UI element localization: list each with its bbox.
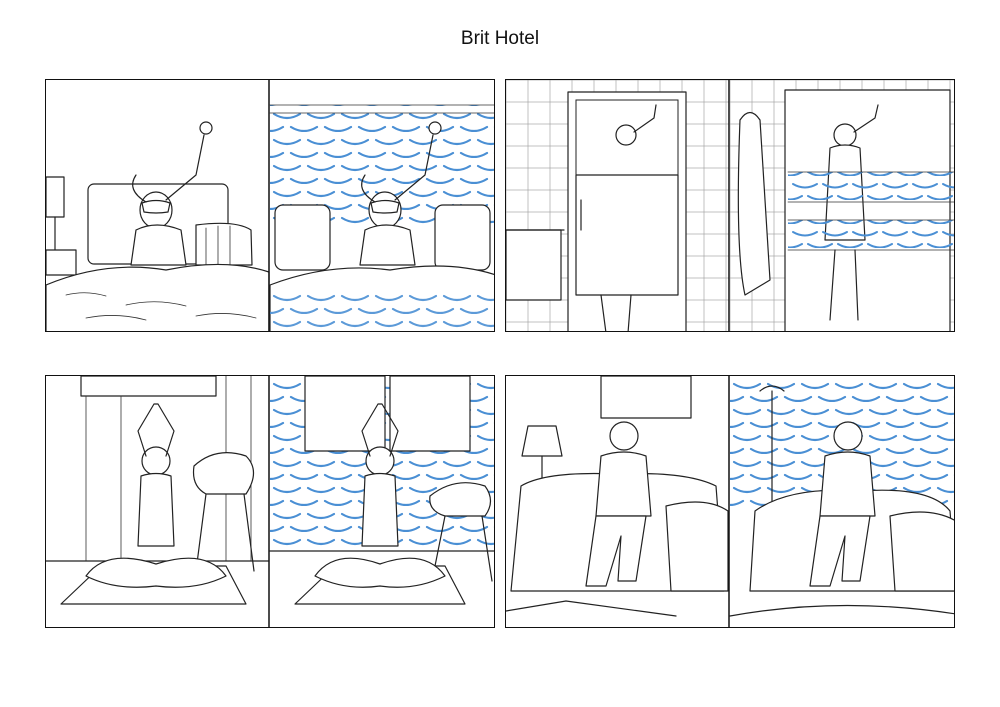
storyboard-waking <box>45 79 495 332</box>
page-title: Brit Hotel <box>460 28 540 49</box>
storyboard-yoga <box>45 375 495 628</box>
yoga-panel-pattern <box>269 376 494 605</box>
sofa-illustration <box>506 376 954 627</box>
storyboard-shower <box>505 79 955 332</box>
shower-illustration <box>506 80 954 331</box>
storyboard-sofa <box>505 375 955 628</box>
waking-illustration <box>46 80 494 331</box>
sofa-panel-plain <box>506 376 729 617</box>
sofa-panel-pattern <box>729 376 954 617</box>
waking-panel-plain <box>46 121 270 331</box>
yoga-panel-plain <box>46 376 270 605</box>
waking-panel-pattern <box>269 104 494 331</box>
shower-panel-pattern <box>730 80 954 331</box>
yoga-illustration <box>46 376 494 627</box>
shower-panel-plain <box>506 80 729 331</box>
